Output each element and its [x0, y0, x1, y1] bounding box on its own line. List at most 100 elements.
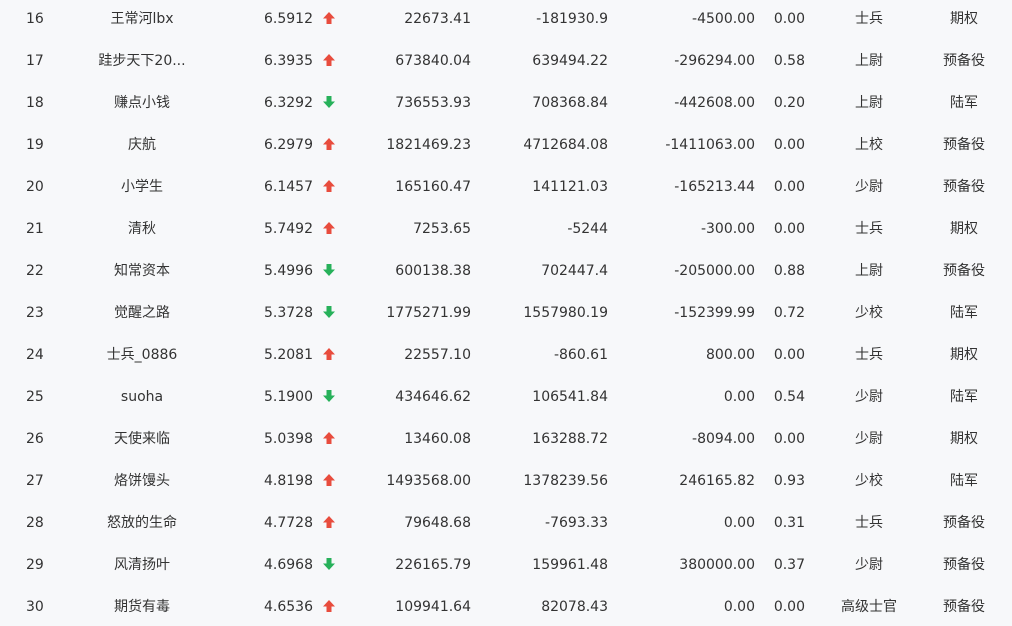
score-cell: 4.7728	[264, 515, 313, 531]
arrow-up-icon	[323, 473, 335, 486]
table-row[interactable]: 25 suoha 5.1900 434646.62 106541.84 0.00…	[0, 378, 1012, 420]
table-row[interactable]: 21 清秋 5.7492 7253.65 -5244 -300.00 0.00 …	[0, 210, 1012, 252]
arrow-up-icon	[323, 221, 335, 234]
rank-cell: 22	[26, 263, 44, 279]
name-cell[interactable]: 怒放的生命	[72, 504, 212, 546]
rank-cell: 30	[26, 599, 44, 615]
table-row[interactable]: 29 风清扬叶 4.6968 226165.79 159961.48 38000…	[0, 546, 1012, 588]
trend-cell	[320, 504, 338, 546]
value1-cell: 600138.38	[395, 263, 471, 279]
name-cell[interactable]: 庆航	[72, 126, 212, 168]
value1-cell: 1821469.23	[386, 137, 471, 153]
rank-cell: 28	[26, 515, 44, 531]
table-row[interactable]: 30 期货有毒 4.6536 109941.64 82078.43 0.00 0…	[0, 588, 1012, 626]
value4-cell: 0.00	[773, 599, 805, 615]
category-cell: 陆军	[950, 473, 978, 489]
value2-cell: 141121.03	[532, 179, 608, 195]
name-cell[interactable]: 知常资本	[72, 252, 212, 294]
score-cell: 6.1457	[264, 179, 313, 195]
name-cell[interactable]: 天使来临	[72, 420, 212, 462]
table-row[interactable]: 27 烙饼馒头 4.8198 1493568.00 1378239.56 246…	[0, 462, 1012, 504]
value2-cell: 639494.22	[532, 53, 608, 69]
value4-cell: 0.37	[773, 557, 805, 573]
name-cell[interactable]: 清秋	[72, 210, 212, 252]
trend-cell	[320, 84, 338, 126]
arrow-up-icon	[323, 11, 335, 24]
arrow-up-icon	[323, 431, 335, 444]
value3-cell: 246165.82	[679, 473, 755, 489]
name-cell[interactable]: 期货有毒	[72, 588, 212, 626]
value3-cell: 0.00	[723, 515, 755, 531]
value3-cell: 0.00	[723, 599, 755, 615]
category-cell: 陆军	[950, 95, 978, 111]
table-row[interactable]: 17 跬步天下20... 6.3935 673840.04 639494.22 …	[0, 42, 1012, 84]
name-cell[interactable]: 烙饼馒头	[72, 462, 212, 504]
value1-cell: 1493568.00	[386, 473, 471, 489]
score-cell: 6.3935	[264, 53, 313, 69]
rank-cell: 25	[26, 389, 44, 405]
table-row[interactable]: 23 觉醒之路 5.3728 1775271.99 1557980.19 -15…	[0, 294, 1012, 336]
arrow-down-icon	[323, 305, 335, 318]
arrow-up-icon	[323, 599, 335, 612]
table-row[interactable]: 24 士兵_0886 5.2081 22557.10 -860.61 800.0…	[0, 336, 1012, 378]
value3-cell: -4500.00	[692, 11, 755, 27]
value3-cell: -442608.00	[674, 95, 755, 111]
value2-cell: -7693.33	[545, 515, 608, 531]
table-row[interactable]: 18 赚点小钱 6.3292 736553.93 708368.84 -4426…	[0, 84, 1012, 126]
name-cell[interactable]: 王常河lbx	[72, 0, 212, 42]
value1-cell: 13460.08	[404, 431, 471, 447]
table-row[interactable]: 20 小学生 6.1457 165160.47 141121.03 -16521…	[0, 168, 1012, 210]
rank-title-cell: 少尉	[855, 431, 883, 447]
rank-title-cell: 士兵	[855, 347, 883, 363]
rank-cell: 24	[26, 347, 44, 363]
value4-cell: 0.00	[773, 137, 805, 153]
value3-cell: -152399.99	[674, 305, 755, 321]
value1-cell: 109941.64	[395, 599, 471, 615]
category-cell: 预备役	[943, 179, 985, 195]
arrow-down-icon	[323, 95, 335, 108]
table-row[interactable]: 16 王常河lbx 6.5912 22673.41 -181930.9 -450…	[0, 0, 1012, 42]
value2-cell: -5244	[567, 221, 608, 237]
category-cell: 预备役	[943, 515, 985, 531]
name-cell[interactable]: 风清扬叶	[72, 546, 212, 588]
value2-cell: 82078.43	[541, 599, 608, 615]
score-cell: 6.5912	[264, 11, 313, 27]
arrow-down-icon	[323, 557, 335, 570]
name-cell[interactable]: 跬步天下20...	[72, 42, 212, 84]
category-cell: 期权	[950, 431, 978, 447]
value3-cell: -296294.00	[674, 53, 755, 69]
value4-cell: 0.00	[773, 11, 805, 27]
arrow-up-icon	[323, 53, 335, 66]
value3-cell: 380000.00	[679, 557, 755, 573]
value4-cell: 0.00	[773, 179, 805, 195]
rank-title-cell: 高级士官	[841, 599, 897, 615]
name-cell[interactable]: 觉醒之路	[72, 294, 212, 336]
value2-cell: 106541.84	[532, 389, 608, 405]
name-cell[interactable]: 士兵_0886	[72, 336, 212, 378]
value2-cell: 702447.4	[541, 263, 608, 279]
value1-cell: 673840.04	[395, 53, 471, 69]
value4-cell: 0.58	[773, 53, 805, 69]
category-cell: 预备役	[943, 557, 985, 573]
table-row[interactable]: 26 天使来临 5.0398 13460.08 163288.72 -8094.…	[0, 420, 1012, 462]
trend-cell	[320, 126, 338, 168]
arrow-up-icon	[323, 179, 335, 192]
arrow-down-icon	[323, 263, 335, 276]
trend-cell	[320, 420, 338, 462]
table-row[interactable]: 19 庆航 6.2979 1821469.23 4712684.08 -1411…	[0, 126, 1012, 168]
name-cell[interactable]: suoha	[72, 378, 212, 420]
trend-cell	[320, 294, 338, 336]
table-row[interactable]: 22 知常资本 5.4996 600138.38 702447.4 -20500…	[0, 252, 1012, 294]
arrow-up-icon	[323, 137, 335, 150]
name-cell[interactable]: 赚点小钱	[72, 84, 212, 126]
arrow-down-icon	[323, 389, 335, 402]
value1-cell: 1775271.99	[386, 305, 471, 321]
value1-cell: 22557.10	[404, 347, 471, 363]
score-cell: 5.3728	[264, 305, 313, 321]
rank-title-cell: 少校	[855, 473, 883, 489]
table-row[interactable]: 28 怒放的生命 4.7728 79648.68 -7693.33 0.00 0…	[0, 504, 1012, 546]
name-cell[interactable]: 小学生	[72, 168, 212, 210]
rank-title-cell: 上尉	[855, 263, 883, 279]
rank-title-cell: 上校	[855, 137, 883, 153]
value1-cell: 226165.79	[395, 557, 471, 573]
